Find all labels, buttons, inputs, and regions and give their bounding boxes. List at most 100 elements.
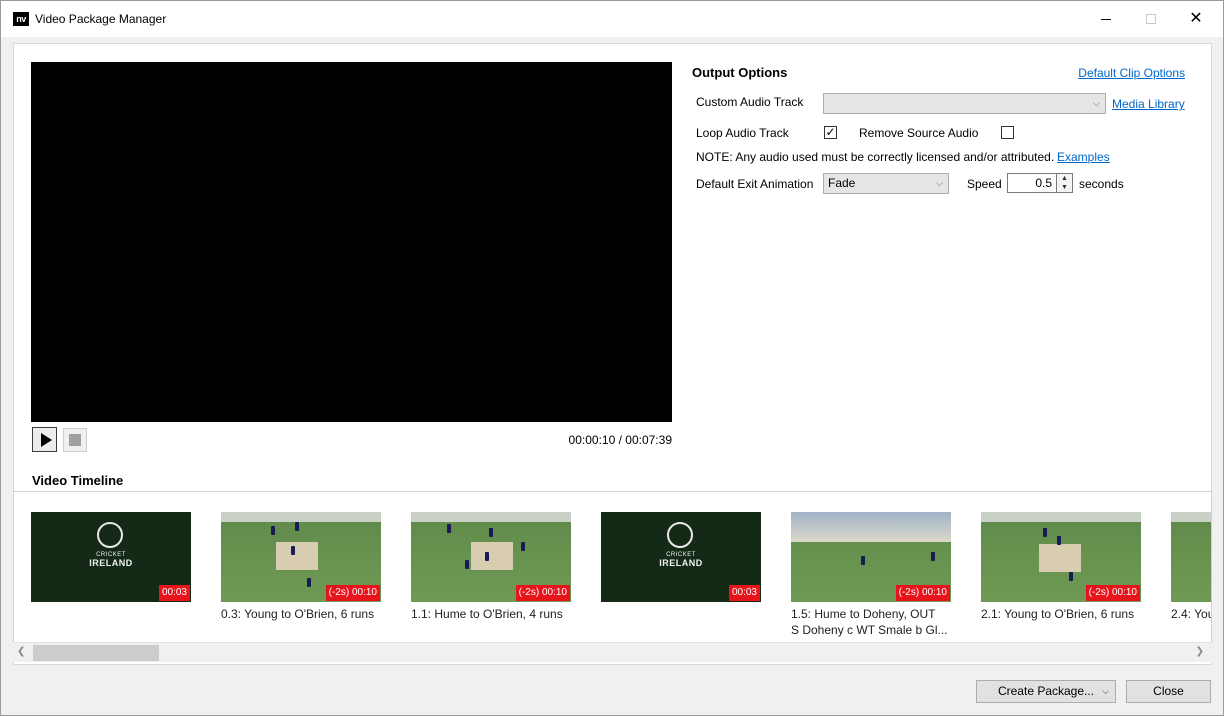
time-separator: / [615, 433, 626, 447]
scroll-left-icon[interactable]: ❮ [17, 646, 25, 657]
cricket-ireland-logo-icon [667, 522, 693, 548]
stepper-down-icon[interactable]: ▼ [1057, 183, 1072, 192]
thumbnail-player [861, 556, 865, 565]
close-icon: ✕ [1189, 10, 1203, 27]
thumbnail-stands [411, 512, 571, 522]
clip-duration-badge: (-2s) 00:10 [1085, 585, 1140, 601]
exit-animation-select[interactable]: Fade ⌵ [823, 173, 949, 194]
logo-text: CRICKET IRELAND [659, 552, 703, 568]
thumbnail-stands [981, 512, 1141, 522]
clip-duration-badge: (-2s) 00:10 [895, 585, 950, 601]
thumbnail-stands [1171, 512, 1211, 522]
app-logo-icon: nv [13, 12, 29, 26]
timeline-clip[interactable]: (-2s) 00:10 1.1: Hume to O'Brien, 4 runs [411, 512, 571, 622]
thumbnail-buildings [791, 512, 951, 542]
logo-text: CRICKET IRELAND [89, 552, 133, 568]
clip-label: 2.1: Young to O'Brien, 6 runs [981, 607, 1135, 621]
thumbnail-player [295, 522, 299, 531]
default-clip-options-link[interactable]: Default Clip Options [1061, 66, 1185, 80]
thumbnail-pitch [471, 542, 513, 570]
thumbnail-player [307, 578, 311, 587]
timeline-clip[interactable]: CRICKET IRELAND 00:03 [31, 512, 191, 606]
thumbnail-player [931, 552, 935, 561]
thumbnail-player [465, 560, 469, 569]
total-time: 00:07:39 [625, 433, 672, 447]
speed-stepper[interactable]: ▲ ▼ [1056, 173, 1073, 193]
close-window-button[interactable]: ✕ [1173, 1, 1219, 37]
checkmark-icon: ✓ [825, 125, 836, 139]
chevron-down-icon: ⌵ [1102, 686, 1109, 696]
thumbnail-pitch [1039, 544, 1081, 572]
media-library-link[interactable]: Media Library [1112, 97, 1185, 111]
stepper-up-icon[interactable]: ▲ [1057, 174, 1072, 183]
remove-source-audio-checkbox[interactable] [1001, 126, 1014, 139]
seconds-label: seconds [1079, 177, 1124, 191]
current-time: 00:00:10 [568, 433, 616, 447]
default-exit-animation-label: Default Exit Animation [696, 177, 814, 191]
clip-label: 1.5: Hume to Doheny, OUT S Doheny c WT Sm… [791, 607, 948, 637]
clip-label: 0.3: Young to O'Brien, 6 runs [221, 607, 375, 621]
clip-thumbnail: CRICKET IRELAND 00:03 [31, 512, 191, 602]
clip-thumbnail [1171, 512, 1211, 602]
chevron-down-icon: ⌵ [936, 178, 943, 188]
speed-input[interactable]: 0.5 [1007, 173, 1057, 193]
clip-thumbnail: (-2s) 00:10 [791, 512, 951, 602]
thumbnail-player [1057, 536, 1061, 545]
timeline-clip[interactable]: (-2s) 00:10 1.5: Hume to Doheny, OUT S Do… [791, 512, 951, 638]
clip-label: 1.1: Hume to O'Brien, 4 runs [411, 607, 563, 621]
thumbnail-stands [221, 512, 381, 522]
video-preview[interactable] [31, 62, 672, 422]
loop-audio-track-checkbox[interactable]: ✓ [824, 126, 837, 139]
title-bar: nv Video Package Manager ✕ [1, 1, 1223, 37]
timeline-clip[interactable]: (-2s) 00:10 2.1: Young to O'Brien, 6 run… [981, 512, 1141, 622]
clip-duration-badge: 00:03 [728, 585, 760, 601]
window-title: Video Package Manager [35, 12, 167, 26]
thumbnail-player [447, 524, 451, 533]
output-options-title: Output Options [692, 65, 788, 80]
clip-thumbnail: CRICKET IRELAND 00:03 [601, 512, 761, 602]
examples-link[interactable]: Examples [1057, 150, 1110, 164]
timeline-clip[interactable]: CRICKET IRELAND 00:03 [601, 512, 761, 606]
thumbnail-player [521, 542, 525, 551]
app-window: nv Video Package Manager ✕ 00:00:10 / 00… [0, 0, 1224, 716]
thumbnail-pitch [276, 542, 318, 570]
stop-icon [69, 434, 81, 446]
clip-duration-badge: (-2s) 00:10 [515, 585, 570, 601]
create-package-button[interactable]: Create Package... ⌵ [976, 680, 1116, 703]
scrollbar-thumb[interactable] [33, 645, 159, 661]
thumbnail-player [485, 552, 489, 561]
video-timeline-title: Video Timeline [32, 473, 124, 488]
minimize-button[interactable] [1083, 1, 1129, 37]
maximize-icon [1146, 14, 1156, 24]
thumbnail-player [291, 546, 295, 555]
loop-audio-track-label: Loop Audio Track [696, 126, 789, 140]
thumbnail-player [271, 526, 275, 535]
clip-label: 2.4: You [1171, 607, 1211, 621]
cricket-ireland-logo-icon [97, 522, 123, 548]
play-icon [40, 432, 52, 447]
thumbnail-player [489, 528, 493, 537]
timeline-clip[interactable]: 2.4: You [1171, 512, 1211, 622]
minimize-icon [1101, 18, 1111, 20]
chevron-down-icon: ⌵ [1093, 98, 1100, 108]
remove-source-audio-label: Remove Source Audio [859, 126, 979, 140]
create-package-label: Create Package... [997, 684, 1095, 698]
thumbnail-player [1043, 528, 1047, 537]
video-timeline: CRICKET IRELAND 00:03 (-2s) 00:10 0.3: Yo… [13, 491, 1212, 661]
clip-duration-badge: 00:03 [158, 585, 190, 601]
time-readout: 00:00:10 / 00:07:39 [541, 433, 672, 447]
exit-animation-value: Fade [828, 176, 856, 190]
custom-audio-track-label: Custom Audio Track [696, 95, 804, 109]
thumbnail-player [1069, 572, 1073, 581]
scroll-right-icon[interactable]: ❯ [1196, 646, 1204, 657]
timeline-scrollbar[interactable]: ❮ ❯ [13, 642, 1212, 662]
close-button[interactable]: Close [1126, 680, 1211, 703]
audio-license-note: NOTE: Any audio used must be correctly l… [696, 150, 1055, 164]
maximize-button[interactable] [1128, 1, 1174, 37]
play-button[interactable] [32, 427, 57, 452]
clip-duration-badge: (-2s) 00:10 [325, 585, 380, 601]
custom-audio-track-select[interactable]: ⌵ [823, 93, 1106, 114]
clip-thumbnail: (-2s) 00:10 [221, 512, 381, 602]
timeline-clip[interactable]: (-2s) 00:10 0.3: Young to O'Brien, 6 run… [221, 512, 381, 622]
stop-button[interactable] [63, 428, 87, 452]
